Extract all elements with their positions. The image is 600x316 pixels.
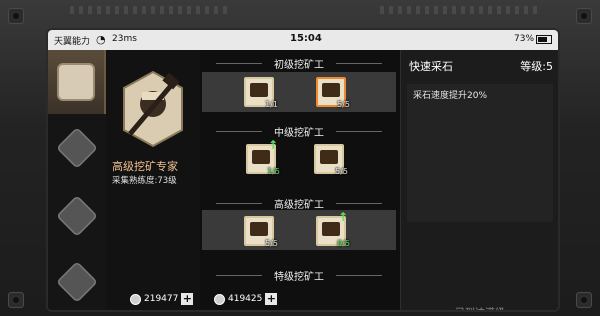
ore-cart-icon (252, 150, 270, 164)
ping-label: 23ms (112, 34, 137, 44)
mining-icon (322, 83, 340, 97)
tier-row (202, 72, 396, 112)
game-screen: 天翼能力 ◔ 23ms 15:04 73% 高级挖矿专家 采集熟练度:73级 初… (46, 28, 560, 312)
frame-vent-right (380, 6, 540, 14)
currency-b-value: 419425 (228, 294, 263, 304)
tab-hammer[interactable] (48, 250, 106, 310)
max-level-status: 已到达满级 (401, 304, 558, 310)
add-currency-b-button[interactable]: + (265, 293, 278, 305)
skill-count: 5/5 (337, 100, 350, 109)
skill-node[interactable]: ↑ 1/5 (246, 138, 280, 176)
frame-bolt (576, 292, 592, 308)
upgrade-arrow-icon: ↑ (337, 210, 348, 224)
skill-info-panel: 快速采石 等级:5 采石速度提升20% 已到达满级 (400, 50, 558, 310)
hammer-badge-icon (56, 261, 98, 303)
wifi-icon: ◔ (96, 33, 106, 46)
skill-count: 5/5 (335, 167, 348, 176)
skill-description: 采石速度提升20% (407, 84, 553, 222)
skill-count: 1/5 (267, 167, 280, 176)
tier-row (202, 138, 396, 178)
worker-title: 高级挖矿专家 (112, 160, 178, 173)
miner-portrait (123, 70, 183, 148)
side-tab-bar (48, 50, 106, 310)
tier-row (202, 210, 396, 250)
helmet-icon (320, 150, 338, 164)
add-currency-a-button[interactable]: + (181, 293, 194, 305)
tier-title: 中级挖矿工 (200, 124, 398, 139)
clock: 15:04 (290, 33, 322, 44)
battery-percent: 73% (514, 34, 535, 44)
tier-title: 特级挖矿工 (200, 268, 398, 283)
skill-name: 快速采石 (409, 60, 453, 73)
pickaxe-icon (250, 83, 268, 97)
currency-b: 419425 + (214, 292, 278, 306)
tool-badge-icon (56, 127, 98, 169)
tab-tool[interactable] (48, 116, 106, 180)
frame-bolt (8, 292, 24, 308)
skill-count: 5/5 (265, 239, 278, 248)
skill-node[interactable]: 1/1 (244, 77, 278, 109)
tier-title: 初级挖矿工 (200, 56, 398, 71)
wrench-badge-icon (56, 195, 98, 237)
coin-icon (130, 293, 141, 305)
upgrade-arrow-icon: ↑ (267, 138, 278, 152)
status-bar: 天翼能力 ◔ 23ms 15:04 73% (48, 30, 558, 50)
skill-node[interactable]: 5/5 (314, 144, 348, 176)
certificate-icon (57, 63, 95, 101)
skill-count: 1/1 (265, 100, 278, 109)
skill-node[interactable]: ↑ 0/5 (316, 210, 350, 248)
currency-a: 219477 + (130, 292, 194, 306)
battery-icon (536, 35, 552, 44)
skill-node-selected[interactable]: 5/5 (316, 77, 350, 109)
frame-vent-left (70, 6, 230, 14)
drill-icon (322, 222, 340, 236)
worker-card: 高级挖矿专家 采集熟练度:73级 (106, 50, 200, 310)
frame-bolt (576, 8, 592, 24)
minecart-icon (250, 222, 268, 236)
worker-proficiency: 采集熟练度:73级 (112, 176, 177, 186)
carrier-label: 天翼能力 (54, 37, 91, 47)
skill-count: 0/5 (337, 239, 350, 248)
tier-title: 高级挖矿工 (200, 196, 398, 211)
skill-tree: 初级挖矿工 1/1 5/5 中级挖矿工 ↑ 1/5 5/5 高级挖矿工 5/5 (200, 50, 398, 310)
skill-info-header: 快速采石 等级:5 (401, 58, 558, 76)
currency-a-value: 219477 (144, 294, 179, 304)
frame-bolt (8, 8, 24, 24)
tab-certificate[interactable] (48, 50, 106, 114)
skill-level: 等级:5 (520, 60, 553, 73)
skill-node[interactable]: 5/5 (244, 216, 278, 248)
tab-wrench[interactable] (48, 184, 106, 248)
gem-icon (214, 293, 225, 305)
